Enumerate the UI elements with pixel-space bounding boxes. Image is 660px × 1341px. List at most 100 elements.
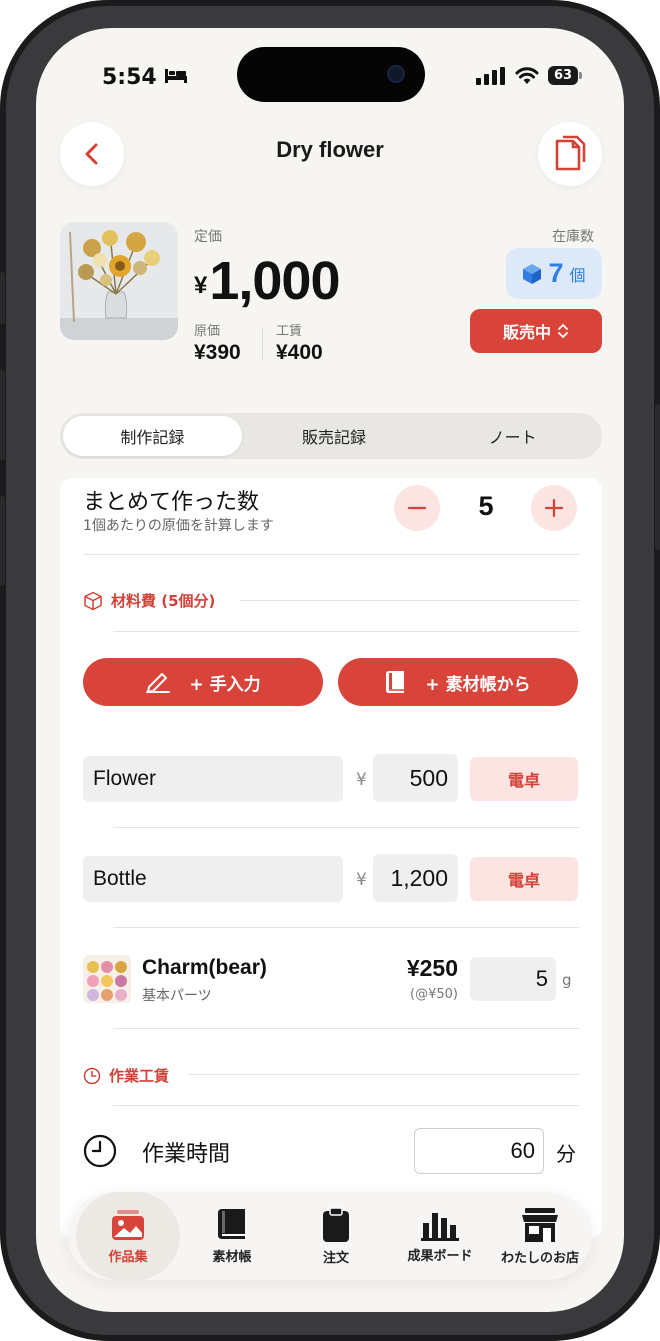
tab-gallery[interactable]: 作品集 (76, 1192, 180, 1280)
materials-section-title: 材料費 (5個分) (111, 592, 216, 610)
cube-icon (523, 263, 542, 284)
material-amount-input[interactable]: 500 (373, 754, 458, 802)
chevron-up-down-icon (558, 323, 568, 339)
tab-material-book-label: 素材帳 (212, 1249, 252, 1265)
materials-section-header: 材料費 (5個分) (83, 590, 215, 611)
bar-chart-icon (421, 1212, 459, 1241)
from-material-book-button[interactable]: + 素材帳から (338, 658, 578, 706)
cost-label: 原価 (194, 324, 221, 339)
stock-label: 在庫数 (552, 229, 594, 245)
stock-count: 7 (548, 258, 564, 288)
stock-unit: 個 (569, 265, 586, 285)
power-button (655, 404, 660, 550)
pencil-icon (146, 673, 171, 693)
from-material-book-label: + 素材帳から (425, 674, 531, 695)
bottom-tab-bar: 作品集 素材帳 注文 成果ボード わたしのお店 (68, 1192, 592, 1280)
tab-gallery-label: 作品集 (108, 1249, 148, 1265)
copy-icon (555, 135, 586, 171)
labor-section-header: 作業工賃 (83, 1065, 169, 1086)
phone-frame: 5:54 63 Dry flower 定価 ¥1,000 原価 ¥390 工賃 … (0, 0, 660, 1341)
tab-sales-records[interactable]: 販売記録 (245, 413, 424, 459)
box-icon (84, 591, 102, 610)
tab-production-records[interactable]: 制作記録 (63, 416, 242, 456)
material-amount-input[interactable]: 1,200 (373, 854, 458, 902)
material-thumbnail (83, 955, 131, 1003)
library-material-category: 基本パーツ (142, 988, 212, 1004)
labor-section-title: 作業工賃 (109, 1067, 170, 1085)
increment-button[interactable] (531, 485, 577, 531)
divider (113, 1105, 579, 1106)
tab-notes[interactable]: ノート (423, 413, 602, 459)
library-material-name: Charm(bear) (142, 956, 267, 979)
list-price: ¥1,000 (194, 250, 341, 312)
tab-my-shop-label: わたしのお店 (500, 1250, 579, 1266)
clock-icon (83, 1067, 101, 1084)
list-price-value: 1,000 (209, 251, 340, 311)
book-icon (218, 1208, 245, 1239)
manual-entry-button[interactable]: + 手入力 (83, 658, 323, 706)
divider (113, 631, 579, 632)
cost-value: ¥390 (194, 341, 241, 364)
duplicate-button[interactable] (538, 122, 602, 186)
library-material-price: ¥250 (406, 955, 458, 981)
dynamic-island (237, 47, 425, 102)
divider (113, 827, 579, 828)
work-time-label: 作業時間 (142, 1142, 231, 1167)
material-name-input[interactable]: Bottle (83, 856, 343, 902)
work-minutes-unit: 分 (556, 1142, 576, 1166)
clipboard-icon (323, 1206, 349, 1242)
wifi-icon (515, 66, 539, 84)
page-title: Dry flower (276, 137, 384, 162)
calculator-button[interactable]: 電卓 (470, 757, 578, 801)
batch-title: まとめて作った数 (83, 490, 260, 515)
library-material-quantity-input[interactable]: 5 (470, 957, 556, 1001)
tab-orders[interactable]: 注文 (284, 1192, 388, 1280)
batch-subtitle: 1個あたりの原価を計算します (83, 518, 274, 534)
tab-results-board-label: 成果ボード (407, 1248, 473, 1264)
work-minutes-input[interactable]: 60 (414, 1128, 544, 1174)
yen-mark: ¥ (356, 770, 367, 790)
sale-status-label: 販売中 (502, 323, 551, 342)
record-tabs: 制作記録 販売記録 ノート (60, 413, 602, 459)
dry-flower-photo (60, 222, 178, 340)
tab-results-board[interactable]: 成果ボード (388, 1192, 492, 1280)
clock-icon (83, 1134, 117, 1168)
sleep-bed-icon (165, 69, 187, 83)
status-indicators: 63 (476, 66, 582, 85)
divider (188, 1074, 579, 1075)
price-divider (262, 328, 263, 360)
volume-down-button (0, 496, 5, 586)
status-time: 5:54 (102, 65, 157, 90)
calculator-button[interactable]: 電卓 (470, 857, 578, 901)
manual-entry-label: + 手入力 (189, 674, 261, 695)
library-material-unit-price: (@¥50) (410, 987, 458, 1002)
book-icon (386, 671, 405, 693)
plus-icon (544, 498, 564, 518)
sale-status-dropdown[interactable]: 販売中 (470, 309, 602, 353)
labor-label: 工賃 (276, 324, 303, 339)
yen-mark: ¥ (356, 870, 367, 890)
divider (113, 1028, 579, 1029)
cellular-signal-icon (476, 66, 505, 85)
decrement-button[interactable] (394, 485, 440, 531)
product-image (60, 222, 178, 340)
volume-up-button (0, 370, 5, 460)
minus-icon (407, 506, 427, 510)
tab-material-book[interactable]: 素材帳 (180, 1192, 284, 1280)
divider (240, 600, 579, 601)
stock-badge[interactable]: 7 個 (506, 248, 602, 299)
divider (113, 927, 579, 928)
gallery-icon (112, 1209, 144, 1240)
batch-quantity: 5 (478, 491, 494, 521)
battery-indicator: 63 (548, 66, 582, 85)
currency-symbol: ¥ (194, 272, 208, 299)
tab-orders-label: 注文 (322, 1250, 349, 1266)
tab-my-shop[interactable]: わたしのお店 (492, 1192, 588, 1280)
front-camera (387, 65, 405, 83)
action-button (0, 272, 5, 324)
list-price-label: 定価 (194, 229, 222, 245)
bear-charms-photo (83, 955, 131, 1003)
app-screen: 5:54 63 Dry flower 定価 ¥1,000 原価 ¥390 工賃 … (36, 28, 624, 1312)
library-material-unit: g (562, 971, 572, 989)
material-name-input[interactable]: Flower (83, 756, 343, 802)
